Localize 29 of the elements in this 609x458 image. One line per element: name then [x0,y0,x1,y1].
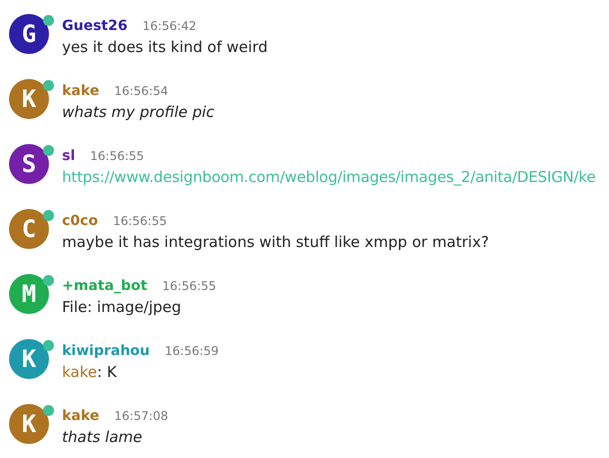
message-text: maybe it has integrations with stuff like xmpp or matrix? [62,232,489,253]
avatar-initial: M [22,282,36,306]
avatar-initial: S [22,152,36,176]
message-text: thats lame [62,427,144,448]
author-name[interactable]: +mata_bot [62,276,148,297]
message-time: 16:56:42 [142,18,196,35]
message-time: 16:56:55 [112,213,167,230]
avatar-initial: G [22,22,36,46]
author-name[interactable]: kake [62,406,100,427]
author-name[interactable]: kiwiprahou [62,341,150,362]
message-time: 16:56:54 [114,83,168,100]
message-text: whats my profile pic [62,102,214,123]
author-name[interactable]: sl [62,146,76,167]
avatar-initial: K [22,87,36,111]
message-time: 16:56:59 [164,343,219,360]
message-link[interactable]: https://www.designboom.com/weblog/images/images_2/anita/DESIGN/ke [62,166,596,188]
message-text: yes it does its kind of weird [62,37,268,58]
mention-link[interactable]: kake [62,361,97,384]
author-name[interactable]: Guest26 [62,16,128,37]
message-time: 16:56:55 [90,148,144,165]
message-text: File: image/jpeg [62,297,182,318]
avatar-initial: C [22,217,36,241]
author-name[interactable]: kake [62,81,100,102]
avatar-initial: K [22,412,36,436]
message-time: 16:57:08 [114,408,168,425]
message-time: 16:56:55 [162,278,216,295]
avatar-initial: K [22,347,36,371]
author-name[interactable]: c0co [62,211,98,232]
message-text: : K [97,362,117,383]
